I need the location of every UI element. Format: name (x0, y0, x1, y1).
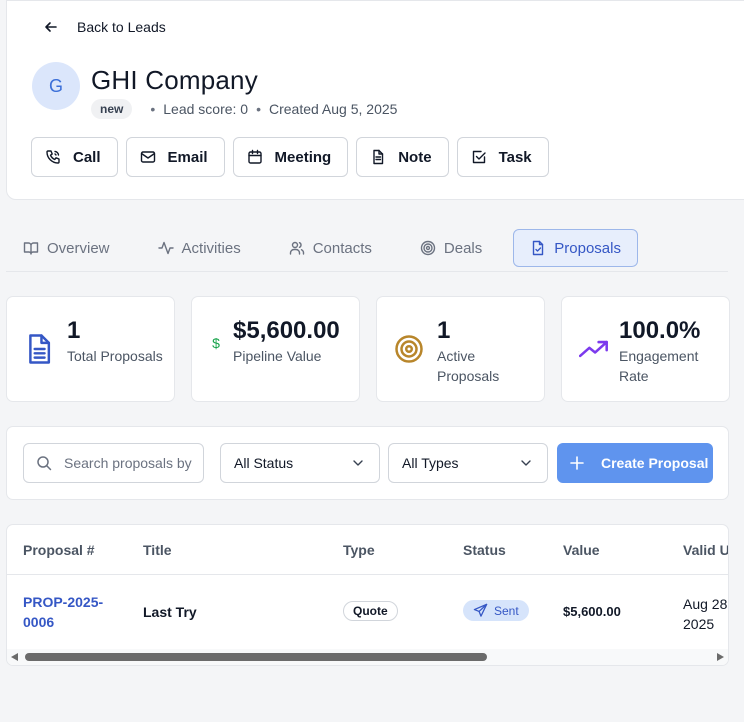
status-label: Sent (494, 603, 519, 618)
column-header[interactable]: Valid U (683, 542, 728, 558)
stat-total-proposals: 1 Total Proposals (6, 296, 175, 402)
tab-label: Overview (47, 239, 110, 257)
book-icon (23, 242, 39, 255)
stat-label: Pipeline Value (233, 348, 322, 364)
column-header[interactable]: Title (143, 542, 172, 558)
back-to-leads-link[interactable]: Back to Leads (43, 7, 166, 47)
file-check-icon (533, 240, 544, 256)
table-row[interactable]: PROP-2025-0006 Last Try Quote Sent $5,60… (7, 575, 728, 651)
stat-value: $5,600.00 (233, 317, 340, 344)
type-badge: Quote (343, 601, 398, 621)
status-select[interactable]: All Status (220, 443, 380, 483)
page-title: GHI Company (91, 65, 258, 95)
tab-proposals[interactable]: Proposals (513, 229, 638, 267)
column-header[interactable]: Value (563, 542, 600, 558)
arrow-left-icon (45, 22, 57, 32)
stat-value: 1 (67, 317, 81, 344)
note-button[interactable]: Note (356, 137, 449, 177)
type-select[interactable]: All Types (388, 443, 548, 483)
scroll-right-arrow[interactable] (717, 653, 724, 661)
tab-contacts[interactable]: Contacts (272, 229, 389, 267)
valid-until: Aug 28 2025 (683, 596, 728, 632)
meeting-button[interactable]: Meeting (232, 137, 349, 177)
email-button[interactable]: Email (125, 137, 225, 177)
tab-label: Deals (443, 239, 483, 257)
plus-icon (570, 456, 584, 470)
column-header[interactable]: Status (463, 542, 506, 558)
avatar: G (32, 62, 80, 110)
lead-header-card: Back to Leads G GHI Company new • Lead s… (6, 0, 744, 200)
status-badge: Sent (463, 600, 529, 621)
users-icon (289, 241, 304, 255)
activity-icon (157, 241, 174, 255)
stat-value: 100.0% (619, 317, 701, 344)
quick-actions: Call Email Meeting Note Task (31, 137, 549, 177)
target-icon (420, 240, 436, 256)
type-select-value: All Types (402, 455, 459, 471)
calendar-icon (247, 149, 262, 164)
scroll-left-arrow[interactable] (11, 653, 18, 661)
phone-icon (46, 150, 60, 164)
task-label: Task (498, 148, 532, 166)
create-proposal-label: Create Proposal (601, 455, 709, 471)
back-link-label: Back to Leads (77, 19, 166, 35)
stat-active-proposals: 1 Active Proposals (376, 296, 545, 402)
proposals-table: Proposal # Title Type Status Value Valid… (6, 524, 729, 666)
search-icon (37, 456, 52, 471)
tab-deals[interactable]: Deals (403, 229, 499, 267)
created-date: Created Aug 5, 2025 (269, 101, 398, 117)
lead-score: Lead score: 0 (163, 101, 249, 117)
stat-label: Engagement Rate (619, 348, 699, 384)
dollar-icon: $ (212, 335, 220, 351)
stat-label: Total Proposals (67, 348, 163, 364)
separator-dot: • (150, 101, 156, 117)
stat-pipeline-value: $ $5,600.00 Pipeline Value (191, 296, 360, 402)
proposal-value: $5,600.00 (563, 604, 621, 619)
proposal-filters: All Status All Types Create Proposal (6, 426, 729, 500)
call-button[interactable]: Call (31, 137, 118, 177)
chevron-down-icon (353, 460, 363, 466)
scroll-thumb[interactable] (25, 653, 487, 661)
table-header: Proposal # Title Type Status Value Valid… (7, 525, 728, 575)
send-icon (473, 603, 488, 617)
lead-tabs: Overview Activities Contacts Deals Propo… (6, 229, 728, 272)
search-box[interactable] (23, 443, 204, 483)
trending-up-icon (578, 333, 610, 365)
tab-activities[interactable]: Activities (141, 229, 258, 267)
tab-label: Contacts (312, 239, 372, 257)
stat-engagement-rate: 100.0% Engagement Rate (561, 296, 730, 402)
create-proposal-button[interactable]: Create Proposal (557, 443, 713, 483)
meeting-label: Meeting (274, 148, 332, 166)
lead-meta: new • Lead score: 0 • Created Aug 5, 202… (91, 99, 397, 119)
stat-value: 1 (437, 317, 451, 344)
note-label: Note (398, 148, 432, 166)
proposal-number-link[interactable]: PROP-2025-0006 (23, 592, 113, 632)
proposal-title: Last Try (143, 604, 197, 620)
column-header[interactable]: Type (343, 542, 375, 558)
call-label: Call (73, 148, 101, 166)
status-select-value: All Status (234, 455, 294, 471)
task-button[interactable]: Task (456, 137, 549, 177)
checkbox-icon (472, 150, 486, 164)
tab-label: Proposals (554, 239, 621, 257)
horizontal-scrollbar[interactable] (7, 649, 728, 665)
tab-label: Activities (181, 239, 241, 257)
email-label: Email (167, 148, 208, 166)
document-icon (373, 149, 384, 165)
tab-overview[interactable]: Overview (6, 229, 127, 267)
target-icon (393, 333, 425, 365)
chevron-down-icon (521, 460, 531, 466)
document-icon (23, 333, 55, 365)
stat-label: Active Proposals (437, 348, 500, 384)
proposal-stats: 1 Total Proposals $ $5,600.00 Pipeline V… (6, 296, 730, 402)
column-header[interactable]: Proposal # (23, 542, 95, 558)
search-input[interactable] (64, 455, 194, 471)
status-badge: new (91, 99, 133, 119)
mail-icon (140, 151, 155, 163)
separator-dot: • (256, 101, 261, 117)
